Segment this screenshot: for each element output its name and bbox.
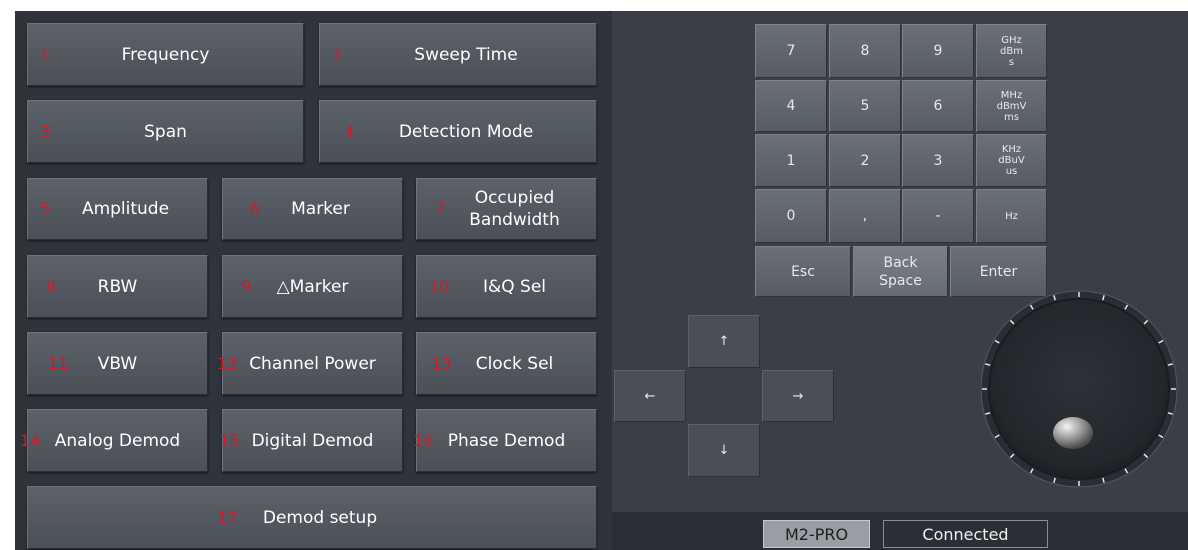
phase-demod-button[interactable]: 16 Phase Demod bbox=[413, 409, 597, 472]
sweep-time-button[interactable]: 2 Sweep Time bbox=[319, 23, 597, 86]
unit-line1: GHz bbox=[1001, 34, 1022, 46]
button-label-line2: Bandwidth bbox=[469, 210, 560, 230]
button-number: 5 bbox=[40, 199, 51, 218]
button-label: Amplitude bbox=[81, 199, 170, 219]
unit-line1: MHz bbox=[1000, 89, 1023, 101]
button-label-line1: Occupied bbox=[474, 188, 555, 208]
button-number: 7 bbox=[435, 199, 446, 218]
button-label: Span bbox=[144, 121, 187, 142]
iq-sel-button[interactable]: 10 I&Q Sel bbox=[416, 255, 597, 318]
unit-line2: dBm bbox=[1000, 45, 1023, 57]
key-6[interactable]: 6 bbox=[902, 80, 974, 132]
button-number: 10 bbox=[429, 276, 450, 296]
marker-button[interactable]: 6 Marker bbox=[222, 178, 403, 240]
arrow-down-button[interactable]: ↓ bbox=[688, 424, 760, 477]
button-number: 12 bbox=[217, 353, 238, 373]
unit-line1: KHz bbox=[1001, 144, 1022, 155]
back-space-button[interactable]: Back Space bbox=[853, 246, 948, 297]
button-number: 11 bbox=[48, 353, 69, 373]
button-label: Phase Demod bbox=[447, 430, 566, 451]
button-number: 16 bbox=[413, 430, 434, 450]
button-number: 13 bbox=[431, 353, 452, 373]
button-label: I&Q Sel bbox=[482, 276, 547, 297]
button-label: RBW bbox=[97, 276, 138, 297]
unit-line2: dBmV bbox=[996, 100, 1027, 112]
key-ghz-dbm-s[interactable]: GHz dBm s bbox=[976, 24, 1047, 78]
vbw-button[interactable]: 11 VBW bbox=[27, 332, 208, 395]
unit-line1: Hz bbox=[1005, 210, 1018, 222]
button-number: 3 bbox=[40, 121, 51, 141]
digital-demod-button[interactable]: 15 Digital Demod bbox=[219, 409, 403, 472]
delta-marker-button[interactable]: 9 △Marker bbox=[222, 255, 403, 318]
dial-knob bbox=[1053, 417, 1093, 449]
key-7[interactable]: 7 bbox=[755, 24, 827, 78]
key-3[interactable]: 3 bbox=[902, 134, 974, 187]
key-khz-dbuv-us[interactable]: KHz dBuV us bbox=[976, 134, 1047, 187]
esc-button[interactable]: Esc bbox=[755, 246, 851, 297]
jog-dial[interactable] bbox=[969, 285, 1188, 505]
button-label: Frequency bbox=[121, 44, 210, 65]
key-0[interactable]: 0 bbox=[755, 189, 827, 243]
occupied-bandwidth-button[interactable]: 7 Occupied Bandwidth bbox=[416, 178, 597, 240]
span-button[interactable]: 3 Span bbox=[27, 100, 304, 163]
connection-status: Connected bbox=[883, 520, 1048, 548]
button-number: 1 bbox=[40, 44, 51, 64]
button-number: 9 bbox=[241, 276, 252, 296]
detection-mode-button[interactable]: 4 Detection Mode bbox=[319, 100, 597, 163]
key-comma[interactable]: , bbox=[829, 189, 901, 243]
key-9[interactable]: 9 bbox=[902, 24, 974, 78]
button-number: 6 bbox=[249, 199, 260, 218]
channel-power-button[interactable]: 12 Channel Power bbox=[217, 332, 403, 395]
button-label: Detection Mode bbox=[398, 121, 534, 142]
button-label: Analog Demod bbox=[54, 430, 181, 451]
key-mhz-dbmv-ms[interactable]: MHz dBmV ms bbox=[976, 80, 1047, 132]
frequency-button[interactable]: 1 Frequency bbox=[27, 23, 304, 86]
key-8[interactable]: 8 bbox=[829, 24, 901, 78]
button-label: Channel Power bbox=[249, 353, 376, 374]
demod-setup-button[interactable]: 17 Demod setup bbox=[27, 486, 597, 549]
button-number: 4 bbox=[344, 121, 355, 141]
button-label: △Marker bbox=[276, 276, 349, 297]
back-label: Back bbox=[883, 254, 918, 271]
unit-line2: dBuV bbox=[998, 155, 1025, 166]
key-1[interactable]: 1 bbox=[755, 134, 827, 187]
analog-demod-button[interactable]: 14 Analog Demod bbox=[20, 409, 208, 472]
key-2[interactable]: 2 bbox=[829, 134, 901, 187]
button-number: 2 bbox=[332, 44, 343, 64]
button-label: Digital Demod bbox=[251, 430, 374, 451]
key-hz[interactable]: Hz bbox=[976, 189, 1047, 243]
unit-line3: ms bbox=[1004, 111, 1019, 123]
dial-face bbox=[988, 298, 1170, 480]
button-label: Demod setup bbox=[262, 507, 378, 528]
unit-line3: s bbox=[1008, 56, 1015, 68]
button-label: Sweep Time bbox=[414, 44, 518, 65]
button-number: 8 bbox=[46, 276, 57, 296]
button-label: VBW bbox=[97, 353, 138, 374]
key-5[interactable]: 5 bbox=[829, 80, 901, 132]
rbw-button[interactable]: 8 RBW bbox=[27, 255, 208, 318]
button-label: Marker bbox=[291, 199, 350, 219]
button-number: 17 bbox=[217, 507, 238, 527]
space-label: Space bbox=[879, 272, 922, 289]
arrow-right-button[interactable]: → bbox=[762, 370, 834, 422]
device-model-label: M2-PRO bbox=[763, 520, 870, 548]
button-label: Clock Sel bbox=[475, 353, 554, 374]
button-number: 15 bbox=[219, 430, 240, 450]
arrow-up-button[interactable]: ↑ bbox=[688, 315, 760, 368]
unit-line3: us bbox=[1005, 166, 1018, 177]
key-minus[interactable]: - bbox=[902, 189, 974, 243]
button-number: 14 bbox=[20, 430, 41, 450]
arrow-left-button[interactable]: ← bbox=[614, 370, 686, 422]
key-4[interactable]: 4 bbox=[755, 80, 827, 132]
clock-sel-button[interactable]: 13 Clock Sel bbox=[416, 332, 597, 395]
amplitude-button[interactable]: 5 Amplitude bbox=[27, 178, 208, 240]
